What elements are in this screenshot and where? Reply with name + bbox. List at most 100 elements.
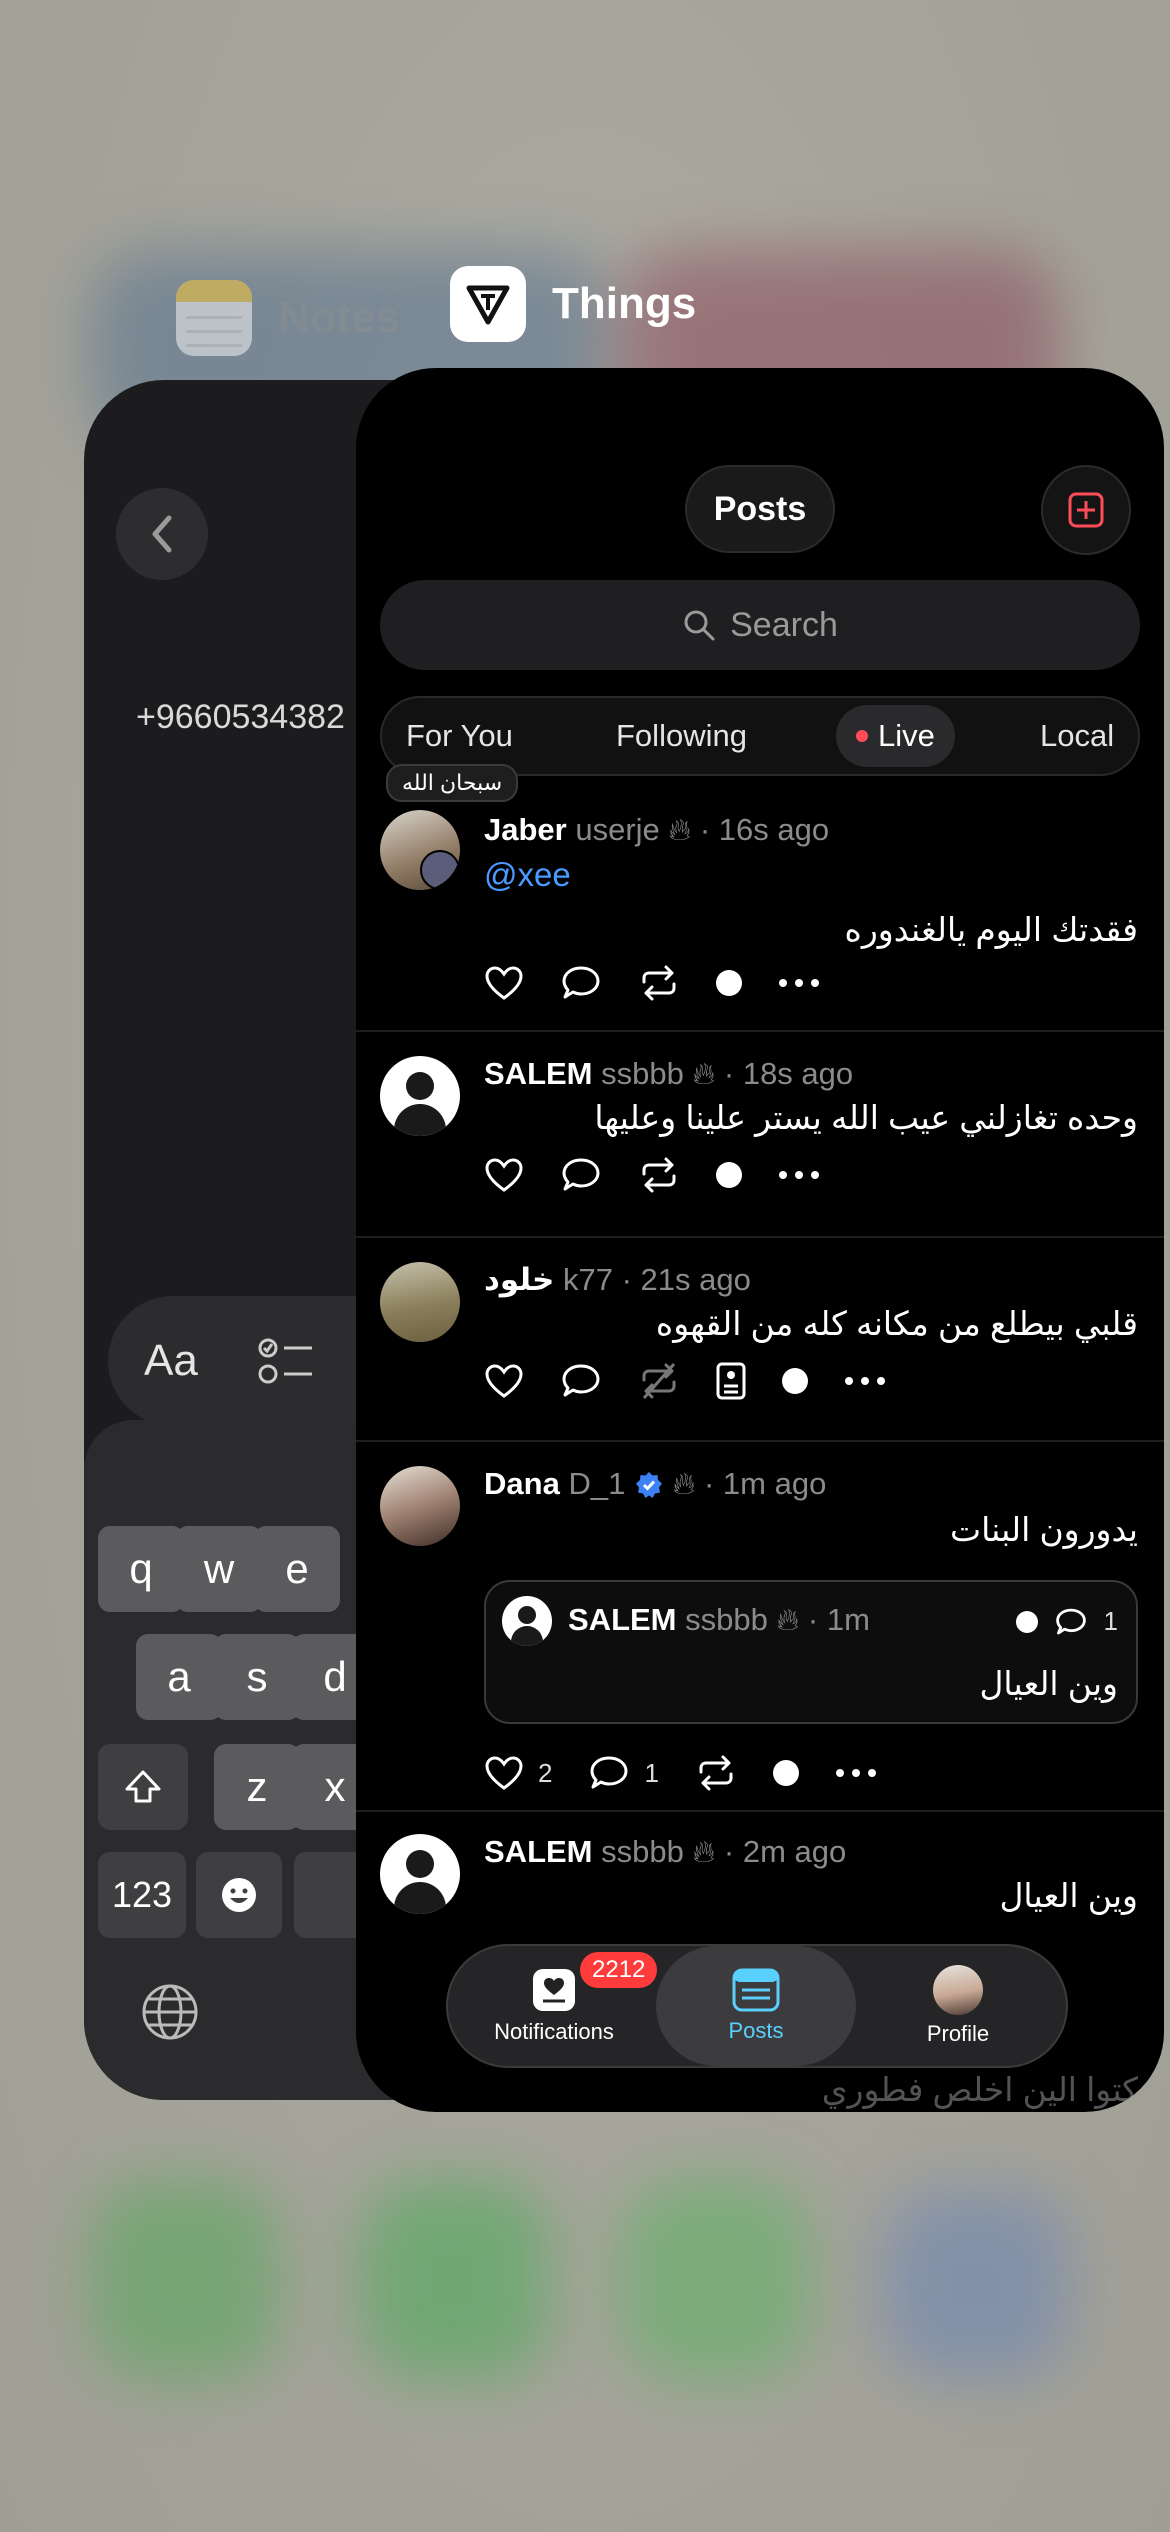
author-handle: ssbbb	[685, 1602, 768, 1637]
avatar[interactable]	[380, 810, 460, 890]
badge-card-icon[interactable]	[716, 1362, 746, 1400]
things-app-name: Things	[552, 279, 697, 328]
bg-blur-green-1	[90, 2180, 280, 2380]
tab-live[interactable]: Live	[836, 705, 955, 767]
tab-profile-label: Profile	[926, 2021, 990, 2046]
bg-blur-green-2	[360, 2180, 550, 2380]
more-icon[interactable]	[778, 1170, 820, 1180]
author-handle: k77	[562, 1262, 613, 1297]
avatar[interactable]	[502, 1596, 552, 1646]
notifications-icon	[533, 1969, 575, 2011]
avatar[interactable]	[380, 1262, 460, 1342]
key-e[interactable]: e	[254, 1526, 340, 1612]
like-icon[interactable]	[484, 1755, 524, 1791]
author-name[interactable]: Dana	[484, 1466, 560, 1501]
status-dot-icon[interactable]	[772, 1760, 799, 1786]
quote-comment-count: 1	[1103, 1606, 1118, 1636]
back-button[interactable]	[116, 488, 208, 580]
like-icon[interactable]	[484, 1157, 524, 1193]
post-item[interactable]: Dana D_1 🔥︎ · 1m ago يدورون البنات SALEM…	[356, 1440, 1164, 1812]
flame-icon: 🔥︎	[692, 1834, 716, 1869]
emoji-icon	[222, 1878, 256, 1912]
key-q[interactable]: q	[98, 1526, 184, 1612]
emoji-key[interactable]	[196, 1852, 282, 1938]
author-handle: ssbbb	[601, 1834, 684, 1869]
live-dot-icon	[856, 730, 868, 742]
key-a[interactable]: a	[136, 1634, 222, 1720]
post-time: 1m	[826, 1602, 870, 1637]
post-item[interactable]: خلود k77 · 21s ago قلبي بيطلع من مكانه ك…	[356, 1236, 1164, 1442]
status-dot-icon[interactable]	[716, 970, 742, 996]
new-post-button[interactable]	[1041, 465, 1131, 555]
post-actions: 2 1	[484, 1754, 877, 1792]
tab-for-you[interactable]: For You	[406, 698, 513, 774]
post-text: يدورون البنات	[950, 1511, 1138, 1548]
key-z[interactable]: z	[214, 1744, 300, 1830]
numbers-key[interactable]: 123	[98, 1852, 186, 1938]
post-header: Dana D_1 🔥︎ · 1m ago	[484, 1466, 827, 1501]
notifications-badge: 2212	[580, 1952, 658, 1988]
flame-icon: 🔥︎	[692, 1056, 716, 1091]
mention-link[interactable]: @xee	[484, 856, 571, 894]
key-w[interactable]: w	[176, 1526, 262, 1612]
repost-icon[interactable]	[638, 1156, 680, 1194]
quoted-post[interactable]: SALEM ssbbb 🔥︎ · 1m 1 وين العيال	[484, 1580, 1138, 1724]
post-time: 2m ago	[742, 1834, 847, 1869]
more-icon[interactable]	[835, 1768, 877, 1778]
tab-posts[interactable]: Posts	[656, 1946, 856, 2066]
avatar[interactable]	[380, 1056, 460, 1136]
tab-posts-label: Posts	[728, 2018, 784, 2043]
shift-icon	[125, 1770, 161, 1803]
quote-stats: 1	[1015, 1606, 1118, 1637]
author-name[interactable]: SALEM	[484, 1056, 593, 1091]
status-dot-icon[interactable]	[782, 1368, 808, 1394]
flame-icon: 🔥︎	[668, 812, 692, 847]
things-app-label[interactable]: Things	[450, 266, 696, 342]
status-dot-icon[interactable]	[716, 1162, 742, 1188]
post-item[interactable]: Jaber userje 🔥︎ · 16s ago @xee فقدتك الي…	[356, 782, 1164, 1032]
flame-icon: 🔥︎	[776, 1602, 800, 1637]
tab-notifications[interactable]: Notifications 2212	[454, 1946, 658, 2066]
notes-app-name: Notes	[278, 293, 401, 342]
author-name[interactable]: SALEM	[568, 1602, 677, 1637]
key-s[interactable]: s	[214, 1634, 300, 1720]
like-icon[interactable]	[484, 965, 524, 1001]
like-icon[interactable]	[484, 1363, 524, 1399]
profile-avatar	[933, 1965, 983, 2015]
author-name[interactable]: Jaber	[484, 812, 567, 847]
chevron-left-icon	[152, 515, 172, 553]
tab-profile[interactable]: Profile	[858, 1946, 1058, 2066]
post-time: 21s ago	[640, 1262, 751, 1297]
author-name[interactable]: خلود	[484, 1262, 554, 1297]
like-count: 2	[538, 1757, 553, 1788]
comment-icon[interactable]	[560, 1156, 602, 1194]
repost-icon[interactable]	[695, 1754, 737, 1792]
shift-key[interactable]	[98, 1744, 188, 1830]
search-bar[interactable]: Search	[380, 580, 1140, 670]
comment-icon[interactable]	[560, 1362, 602, 1400]
globe-icon[interactable]	[140, 1982, 200, 2042]
tab-notifications-label: Notifications	[494, 2019, 614, 2044]
post-item[interactable]: SALEM ssbbb 🔥︎ · 18s ago وحده تغازلني عي…	[356, 1032, 1164, 1238]
comment-count: 1	[644, 1757, 659, 1788]
author-name[interactable]: SALEM	[484, 1834, 593, 1869]
quote-text: وين العيال	[979, 1665, 1118, 1702]
repost-icon[interactable]	[638, 964, 680, 1002]
tab-following[interactable]: Following	[616, 698, 747, 774]
things-app-card[interactable]: Posts Search For You Following Live Loca…	[356, 368, 1164, 2112]
bg-blur-green-3	[620, 2180, 810, 2380]
bg-blur-blue-2	[880, 2190, 1070, 2380]
note-text[interactable]: +9660534382	[136, 698, 345, 737]
text-format-button[interactable]: Aa	[144, 1336, 198, 1386]
notes-app-label[interactable]: Notes	[176, 280, 400, 356]
more-icon[interactable]	[778, 978, 820, 988]
tab-local[interactable]: Local	[1040, 698, 1114, 774]
flame-icon: 🔥︎	[672, 1466, 696, 1501]
comment-icon[interactable]	[588, 1754, 630, 1792]
comment-icon[interactable]	[560, 964, 602, 1002]
avatar[interactable]	[380, 1466, 460, 1546]
page-title: Posts	[685, 465, 835, 553]
avatar[interactable]	[380, 1834, 460, 1914]
checklist-icon[interactable]	[258, 1336, 314, 1386]
more-icon[interactable]	[844, 1376, 886, 1386]
